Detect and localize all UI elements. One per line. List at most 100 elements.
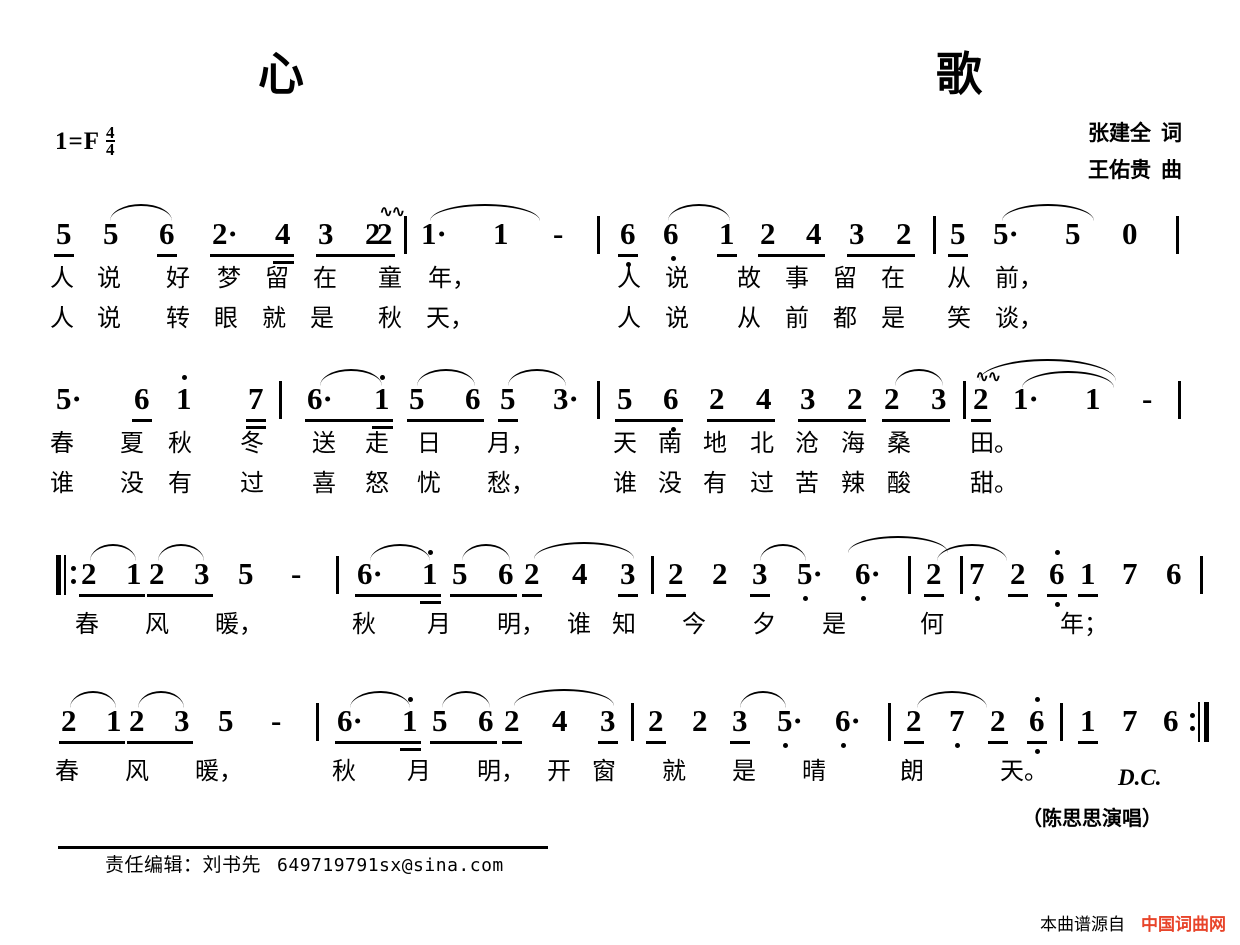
lyric: 秋 — [352, 610, 376, 638]
lyric: 风 — [125, 757, 149, 785]
music-system-1: 5 5 6 2· 4 3 2 ∿∿ 2 1· 1 - 6 6 1 2 4 3 2… — [0, 204, 1240, 344]
lyric: 田。 — [970, 429, 1018, 457]
note: 2 — [61, 703, 77, 738]
note: 5· — [993, 216, 1019, 251]
composer-role: 曲 — [1161, 157, 1182, 182]
lyric: 愁， — [487, 469, 535, 497]
note: 3 — [752, 556, 768, 591]
barline — [888, 703, 891, 741]
note: 7 — [969, 556, 985, 591]
lyric: 说 — [97, 304, 121, 332]
lyric: 辣 — [841, 469, 865, 497]
lyric: 忧 — [417, 469, 441, 497]
lyric: 说 — [665, 264, 689, 292]
note: 2 — [129, 703, 145, 738]
lyric: 事 — [785, 264, 809, 292]
music-system-4: 2 1 2 3 5 - 6· 1 5 6 2 4 3 2 2 3 5· 6· 2… — [0, 689, 1240, 795]
octave-dot-low — [1055, 602, 1060, 607]
lyric: 春 — [75, 610, 99, 638]
lyric: 暖， — [195, 757, 243, 785]
barline — [597, 381, 600, 419]
note: - — [1142, 381, 1153, 416]
note: 5· — [797, 556, 823, 591]
note: 3 — [194, 556, 210, 591]
lyric: 夕 — [752, 610, 776, 638]
note: 2 — [926, 556, 942, 591]
lyric-row-2-verse-1: 春 夏 秋 冬 送 走 日 月， 天 南 地 北 沧 海 桑 田。 — [0, 431, 1240, 467]
lyric: 冬 — [240, 429, 264, 457]
lyric: 天。 — [1000, 757, 1048, 785]
note: 6 — [663, 216, 679, 251]
note: 4 — [806, 216, 822, 251]
source-prefix: 本曲谱源自 — [1040, 915, 1125, 935]
composer-name: 王佑贵 — [1088, 157, 1151, 182]
note: 6· — [357, 556, 383, 591]
lyric: 是 — [881, 304, 905, 332]
note: 2 — [709, 381, 725, 416]
note: 5 — [56, 216, 72, 251]
lyric: 从 — [737, 304, 761, 332]
note-row-4: 2 1 2 3 5 - 6· 1 5 6 2 4 3 2 2 3 5· 6· 2… — [0, 689, 1240, 759]
note: 5 — [500, 381, 516, 416]
beam — [948, 254, 968, 257]
lyric: 就 — [662, 757, 686, 785]
note: 6 — [1029, 703, 1045, 738]
footer-divider — [58, 846, 548, 849]
lyric: 知 — [612, 610, 636, 638]
lyric: 谁 — [567, 610, 591, 638]
octave-dot-high — [1035, 697, 1040, 702]
key-signature: 1= F 4 4 — [55, 124, 115, 158]
lyric: 春 — [50, 429, 74, 457]
beam — [666, 594, 686, 597]
note: 1 — [374, 381, 390, 416]
note: 2 — [692, 703, 708, 738]
barline — [1178, 381, 1181, 419]
note: 1 — [106, 703, 122, 738]
note: 2 — [906, 703, 922, 738]
note: 4 — [552, 703, 568, 738]
lyric: 没 — [658, 469, 682, 497]
lyric-row-1-verse-1: 人 说 好 梦 留 在 童 年， 人 说 故 事 留 在 从 前， — [0, 266, 1240, 302]
lyric: 前 — [785, 304, 809, 332]
beam — [355, 594, 441, 597]
barline — [908, 556, 911, 594]
lyric: 没 — [120, 469, 144, 497]
barline — [336, 556, 339, 594]
lyric: 喜 — [312, 469, 336, 497]
lyric-row-1-verse-2: 人 说 转 眼 就 是 秋 天， 人 说 从 前 都 是 笑 谈， — [0, 306, 1240, 342]
slur — [848, 536, 948, 553]
lyric: 梦 — [217, 264, 241, 292]
note: 1 — [1085, 381, 1101, 416]
lyric: 苦 — [795, 469, 819, 497]
lyric: 开 — [547, 757, 571, 785]
lyric: 是 — [822, 610, 846, 638]
lyric: 风 — [145, 610, 169, 638]
note: 3 — [174, 703, 190, 738]
lyric: 送 — [312, 429, 336, 457]
note: 1 — [493, 216, 509, 251]
source-site-link[interactable]: 中国词曲网 — [1141, 915, 1226, 935]
lyric: 月， — [487, 429, 535, 457]
note: 5 — [238, 556, 254, 591]
lyric: 春 — [55, 757, 79, 785]
lyric: 朗 — [900, 757, 924, 785]
page-title: 心 歌 — [257, 47, 1039, 101]
note: 5 — [617, 381, 633, 416]
note: - — [553, 216, 564, 251]
note: 2 — [668, 556, 684, 591]
lyric: 转 — [166, 304, 190, 332]
lyric: 谈， — [995, 304, 1043, 332]
note: 2 — [847, 381, 863, 416]
note: 6 — [620, 216, 636, 251]
lyric: 就 — [262, 304, 286, 332]
lyric: 前， — [995, 264, 1043, 292]
music-system-2: 5· 6 1 7 6· 1 5 6 5 3· 5 6 2 4 3 2 2 3 ∿… — [0, 359, 1240, 509]
lyric: 谁 — [50, 469, 74, 497]
beam — [54, 254, 74, 257]
lyric: 过 — [750, 469, 774, 497]
note: 3 — [318, 216, 334, 251]
beam — [717, 254, 737, 257]
composer-credit: 王佑贵曲 — [1088, 151, 1182, 188]
footer-credits: 责任编辑：刘书先 649719791sx@sina.com — [105, 850, 504, 877]
lyric: 留 — [265, 264, 289, 292]
